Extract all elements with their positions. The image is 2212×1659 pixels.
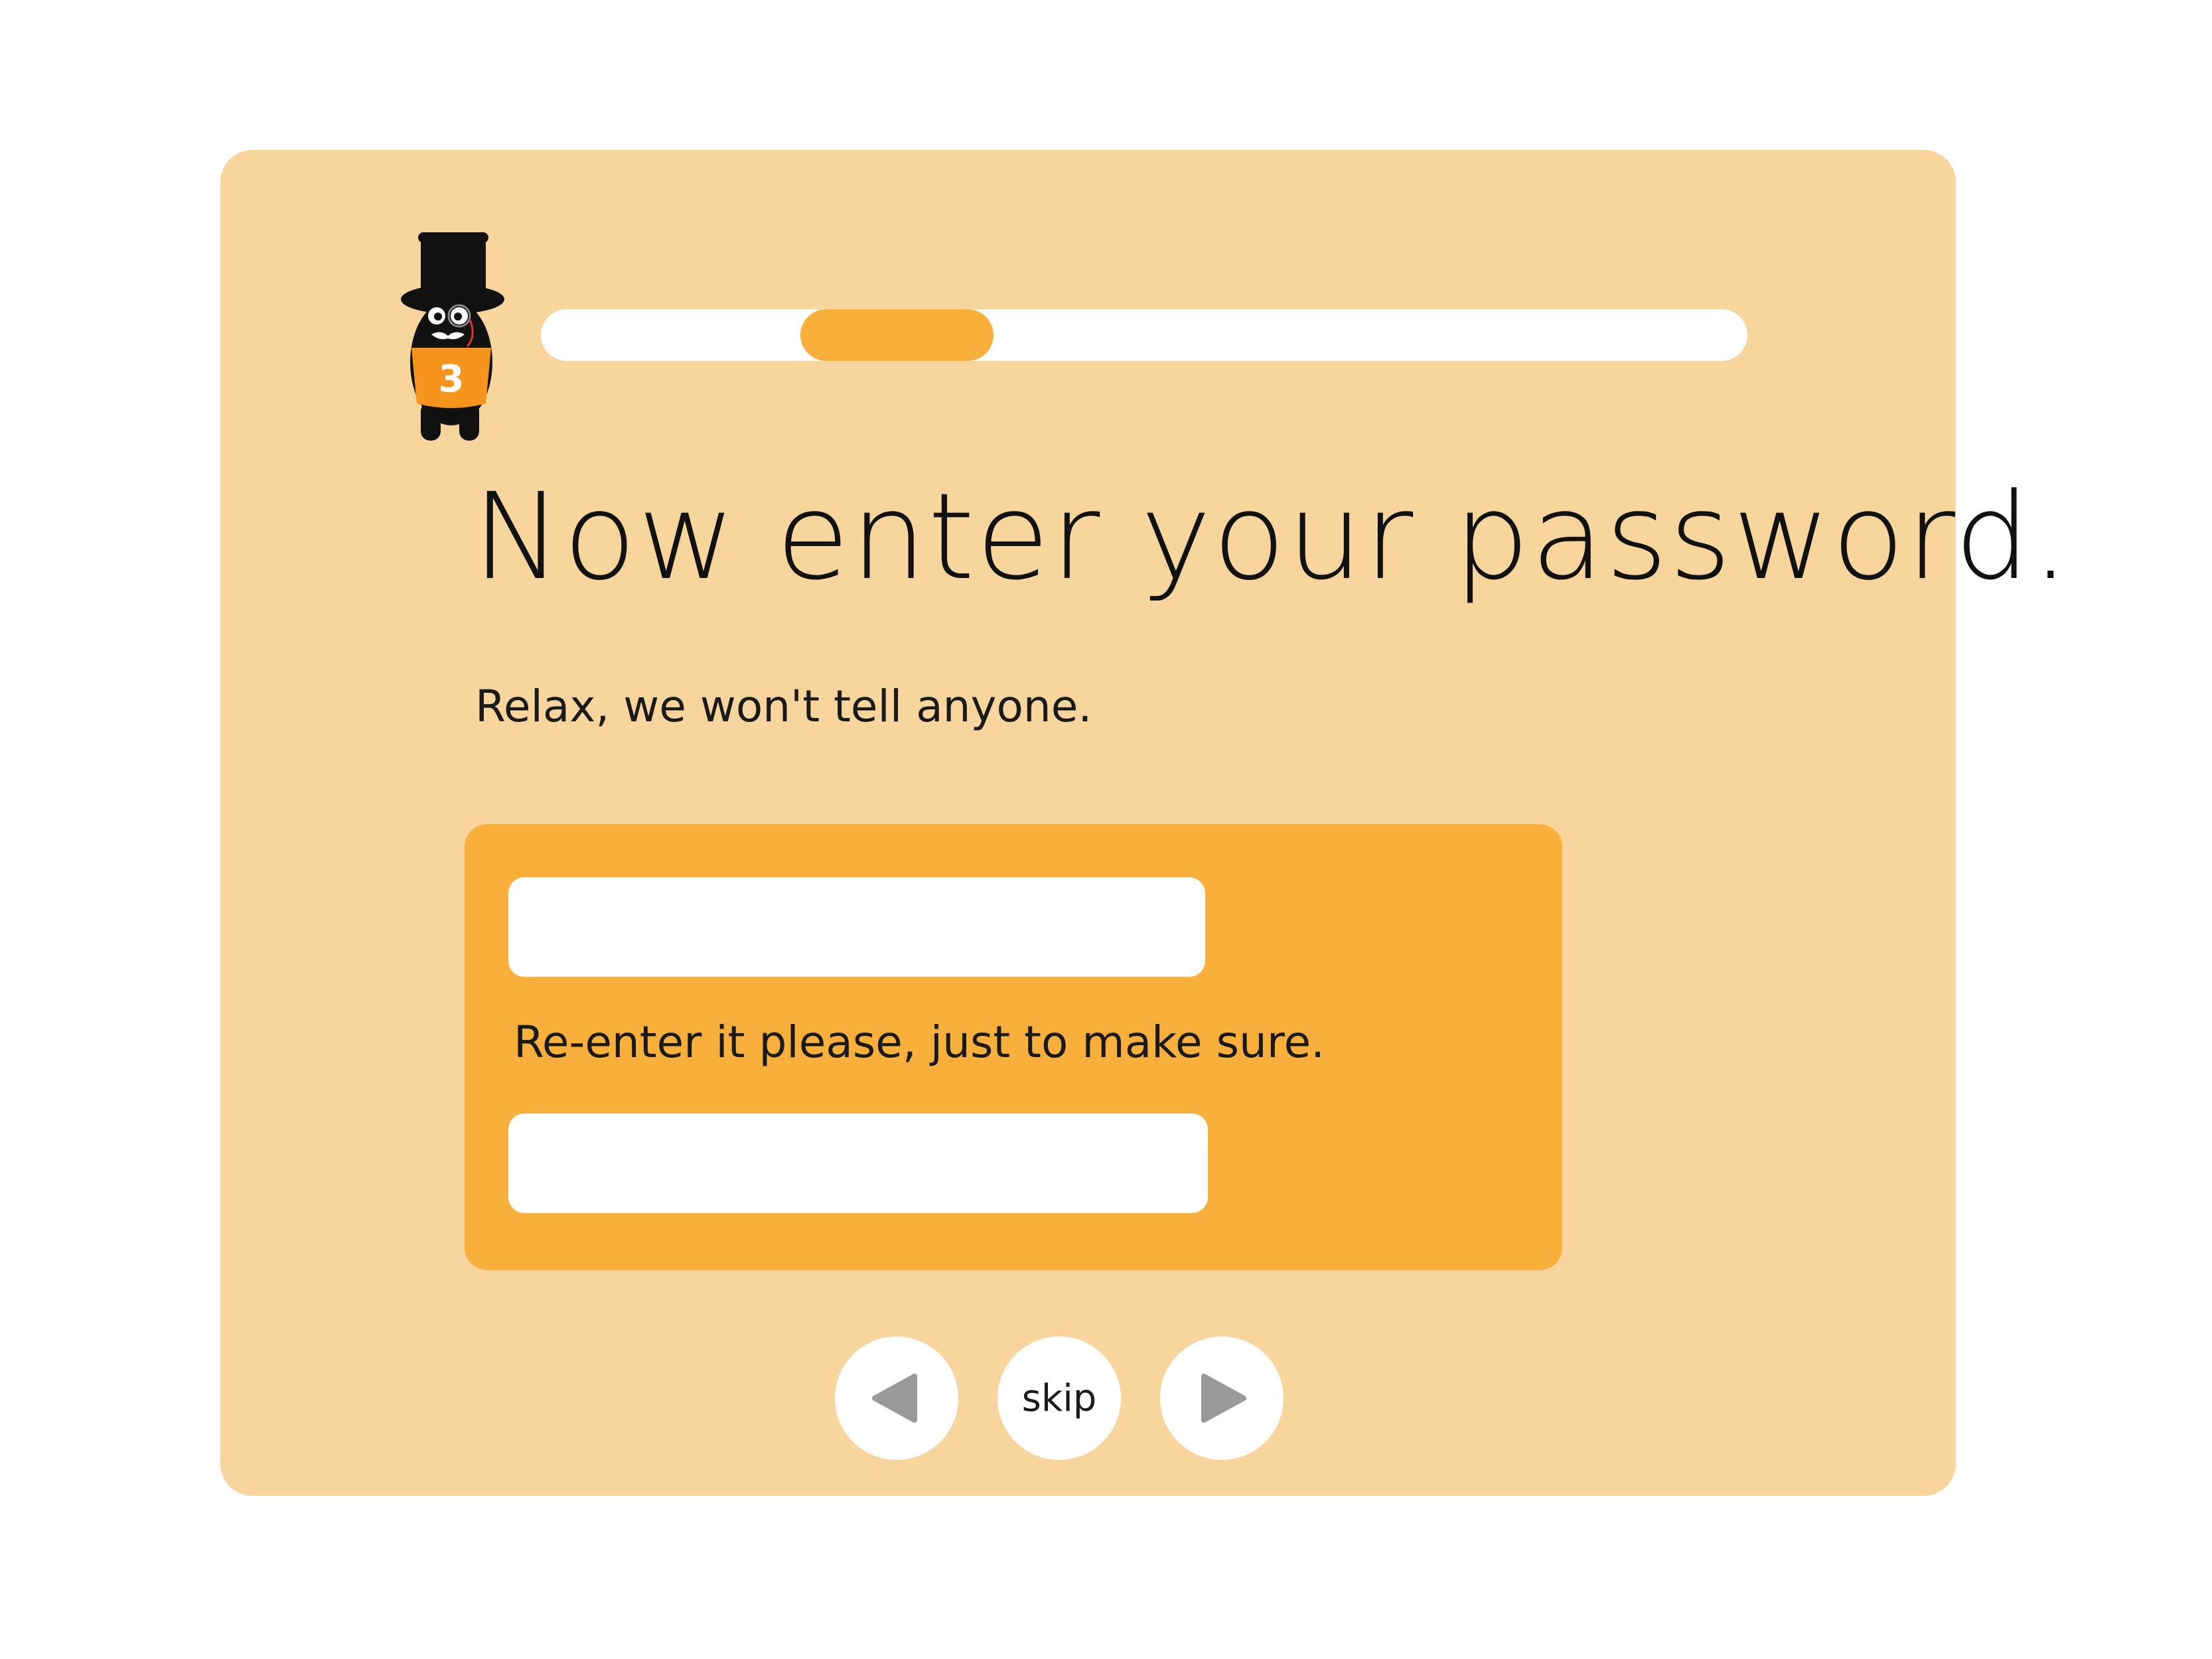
confirm-password-input[interactable] — [508, 1114, 1208, 1213]
page-title: Now enter your password. — [473, 468, 2071, 607]
skip-button[interactable]: skip — [997, 1336, 1121, 1460]
reenter-label: Re-enter it please, just to make sure. — [514, 1017, 1325, 1068]
progress-bar — [541, 309, 1747, 361]
mascot-icon: 3 — [401, 232, 504, 441]
page-subtitle: Relax, we won't tell anyone. — [475, 681, 1092, 732]
progress-indicator — [800, 309, 994, 361]
password-input[interactable] — [508, 877, 1205, 977]
skip-label: skip — [1021, 1376, 1097, 1420]
previous-button[interactable] — [835, 1336, 958, 1460]
triangle-left-icon — [872, 1374, 917, 1423]
triangle-right-icon — [1201, 1374, 1246, 1423]
password-form: Re-enter it please, just to make sure. — [465, 824, 1562, 1270]
wizard-card: 3 Now enter your password. Relax, we won… — [220, 150, 2069, 1496]
mascot-badge-text: 3 — [439, 358, 465, 401]
next-button[interactable] — [1160, 1336, 1284, 1460]
